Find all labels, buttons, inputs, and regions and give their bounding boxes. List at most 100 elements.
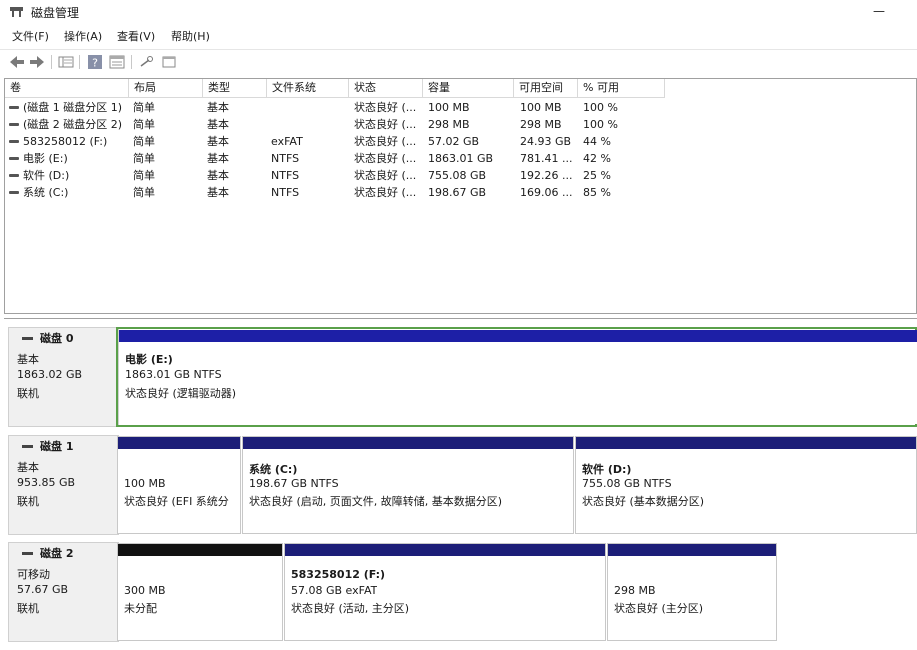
volume-free-space: 169.06 ... (520, 186, 573, 199)
disk-state: 联机 (17, 602, 39, 615)
volume-layout: 简单 (133, 152, 155, 165)
partition-primary-298mb[interactable]: 298 MB 状态良好 (主分区) (607, 543, 777, 641)
volume-capacity: 1863.01 GB (428, 152, 494, 165)
key-icon[interactable] (138, 53, 156, 71)
volume-name: 电影 (E:) (23, 152, 68, 165)
volume-status: 状态良好 (... (354, 169, 417, 182)
volume-filesystem: NTFS (271, 186, 300, 199)
partition-d[interactable]: 软件 (D:) 755.08 GB NTFS 状态良好 (基本数据分区) (575, 436, 917, 534)
volume-filesystem: exFAT (271, 135, 303, 148)
partition-size: 100 MB (124, 477, 166, 490)
volume-type: 基本 (207, 118, 229, 131)
volume-layout: 简单 (133, 118, 155, 131)
volume-type: 基本 (207, 152, 229, 165)
forward-arrow-icon[interactable] (28, 53, 46, 71)
volume-type: 基本 (207, 135, 229, 148)
properties-icon[interactable] (108, 53, 126, 71)
window-title: 磁盘管理 (31, 6, 80, 20)
menu-help[interactable]: 帮助(H) (171, 28, 210, 44)
partition-size: 1863.01 GB NTFS (125, 368, 222, 381)
volume-status: 状态良好 (... (354, 118, 417, 131)
partition-title: 系统 (C:) (249, 463, 298, 476)
menu-action[interactable]: 操作(A) (64, 28, 102, 44)
console-tree-icon[interactable] (57, 53, 75, 71)
disk-name: 磁盘 2 (40, 547, 74, 560)
volume-name: (磁盘 1 磁盘分区 1) (23, 101, 123, 114)
disk-name: 磁盘 0 (40, 332, 74, 345)
volume-layout: 简单 (133, 101, 155, 114)
partition-title: 软件 (D:) (582, 463, 632, 476)
volume-layout: 简单 (133, 135, 155, 148)
partition-f[interactable]: 583258012 (F:) 57.08 GB exFAT 状态良好 (活动, … (284, 543, 606, 641)
volume-percent-free: 42 % (583, 152, 611, 165)
partition-size: 300 MB (124, 584, 166, 597)
volume-name: 583258012 (F:) (23, 135, 108, 148)
volume-icon (9, 174, 19, 177)
partition-bar (608, 544, 776, 556)
col-header-volume[interactable]: 卷 (5, 79, 129, 98)
disk-size: 1863.02 GB (17, 368, 83, 381)
toolbar-separator (131, 55, 132, 69)
menu-bar: 文件(F) 操作(A) 查看(V) 帮助(H) (0, 26, 917, 46)
volume-row[interactable]: 电影 (E:) 简单 基本 NTFS 状态良好 (... 1863.01 GB … (5, 150, 916, 167)
col-header-type[interactable]: 类型 (203, 79, 267, 98)
new-window-icon[interactable] (160, 53, 178, 71)
volume-layout: 简单 (133, 169, 155, 182)
partition-efi[interactable]: 100 MB 状态良好 (EFI 系统分 (117, 436, 241, 534)
volume-list: 卷 布局 类型 文件系统 状态 容量 可用空间 % 可用 (磁盘 1 磁盘分区 … (4, 78, 917, 314)
volume-type: 基本 (207, 101, 229, 114)
partition-status: 状态良好 (活动, 主分区) (291, 602, 410, 615)
disk-size: 57.67 GB (17, 583, 69, 596)
volume-capacity: 100 MB (428, 101, 470, 114)
col-header-capacity[interactable]: 容量 (423, 79, 514, 98)
volume-row[interactable]: 583258012 (F:) 简单 基本 exFAT 状态良好 (... 57.… (5, 133, 916, 150)
back-arrow-icon[interactable] (8, 53, 26, 71)
volume-filesystem: NTFS (271, 152, 300, 165)
col-header-percent-free[interactable]: % 可用 (578, 79, 665, 98)
disk-state: 联机 (17, 387, 39, 400)
col-header-status[interactable]: 状态 (349, 79, 423, 98)
toolbar: ? (0, 49, 917, 73)
partition-status: 状态良好 (基本数据分区) (582, 495, 705, 508)
disk-kind: 基本 (17, 461, 39, 474)
disk-state: 联机 (17, 495, 39, 508)
volume-percent-free: 44 % (583, 135, 611, 148)
disk-0-label[interactable]: 磁盘 0 基本 1863.02 GB 联机 (8, 327, 119, 427)
partition-bar (118, 437, 240, 449)
col-header-layout[interactable]: 布局 (129, 79, 203, 98)
volume-type: 基本 (207, 186, 229, 199)
disk-name: 磁盘 1 (40, 440, 74, 453)
volume-row[interactable]: 软件 (D:) 简单 基本 NTFS 状态良好 (... 755.08 GB 1… (5, 167, 916, 184)
partition-size: 755.08 GB NTFS (582, 477, 672, 490)
col-header-filesystem[interactable]: 文件系统 (267, 79, 349, 98)
volume-icon (9, 106, 19, 109)
col-header-free-space[interactable]: 可用空间 (514, 79, 578, 98)
volume-percent-free: 25 % (583, 169, 611, 182)
volume-status: 状态良好 (... (354, 186, 417, 199)
volume-free-space: 192.26 ... (520, 169, 573, 182)
partition-unallocated[interactable]: 300 MB 未分配 (117, 543, 283, 641)
disk-kind: 可移动 (17, 568, 50, 581)
help-icon[interactable]: ? (86, 53, 104, 71)
disk-size: 953.85 GB (17, 476, 76, 489)
disk-kind: 基本 (17, 353, 39, 366)
partition-title: 电影 (E:) (125, 353, 173, 366)
disk-1-label[interactable]: 磁盘 1 基本 953.85 GB 联机 (8, 435, 119, 535)
volume-row[interactable]: (磁盘 2 磁盘分区 2) 简单 基本 状态良好 (... 298 MB 298… (5, 116, 916, 133)
volume-percent-free: 85 % (583, 186, 611, 199)
partition-e[interactable]: 电影 (E:) 1863.01 GB NTFS 状态良好 (逻辑驱动器) (119, 330, 917, 424)
disk-2-label[interactable]: 磁盘 2 可移动 57.67 GB 联机 (8, 542, 119, 642)
menu-file[interactable]: 文件(F) (12, 28, 49, 44)
title-bar: 磁盘管理 — (0, 0, 917, 24)
disk-icon (22, 337, 33, 340)
minimize-button[interactable]: — (862, 0, 896, 24)
partition-c[interactable]: 系统 (C:) 198.67 GB NTFS 状态良好 (启动, 页面文件, 故… (242, 436, 574, 534)
volume-capacity: 198.67 GB (428, 186, 487, 199)
volume-capacity: 755.08 GB (428, 169, 487, 182)
volume-status: 状态良好 (... (354, 152, 417, 165)
volume-row[interactable]: 系统 (C:) 简单 基本 NTFS 状态良好 (... 198.67 GB 1… (5, 184, 916, 201)
menu-view[interactable]: 查看(V) (117, 28, 155, 44)
volume-row[interactable]: (磁盘 1 磁盘分区 1) 简单 基本 状态良好 (... 100 MB 100… (5, 99, 916, 116)
partition-size: 298 MB (614, 584, 656, 597)
volume-name: 系统 (C:) (23, 186, 69, 199)
